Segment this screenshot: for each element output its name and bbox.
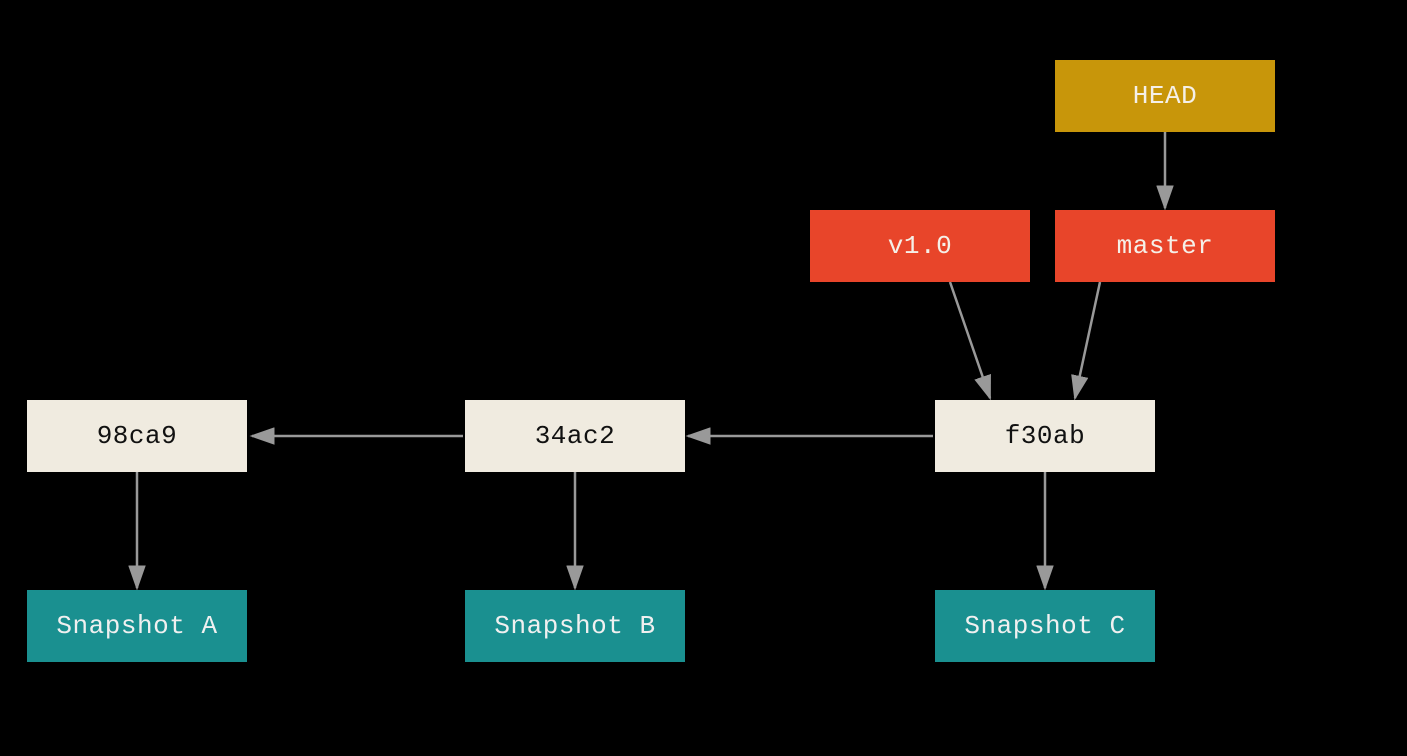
98ca9-label: 98ca9 xyxy=(97,421,178,451)
snapshot-a-node: Snapshot A xyxy=(27,590,247,662)
head-node: HEAD xyxy=(1055,60,1275,132)
snapshot-b-node: Snapshot B xyxy=(465,590,685,662)
v10-label: v1.0 xyxy=(888,231,953,261)
master-node: master xyxy=(1055,210,1275,282)
34ac2-node: 34ac2 xyxy=(465,400,685,472)
master-label: master xyxy=(1117,231,1214,261)
f30ab-label: f30ab xyxy=(1005,421,1086,451)
snapshot-c-node: Snapshot C xyxy=(935,590,1155,662)
snapshot-b-label: Snapshot B xyxy=(494,611,655,641)
v10-node: v1.0 xyxy=(810,210,1030,282)
snapshot-c-label: Snapshot C xyxy=(964,611,1125,641)
diagram: HEAD master v1.0 f30ab 34ac2 98ca9 Snaps… xyxy=(0,0,1407,756)
head-label: HEAD xyxy=(1133,81,1198,111)
snapshot-a-label: Snapshot A xyxy=(56,611,217,641)
f30ab-node: f30ab xyxy=(935,400,1155,472)
98ca9-node: 98ca9 xyxy=(27,400,247,472)
34ac2-label: 34ac2 xyxy=(535,421,616,451)
